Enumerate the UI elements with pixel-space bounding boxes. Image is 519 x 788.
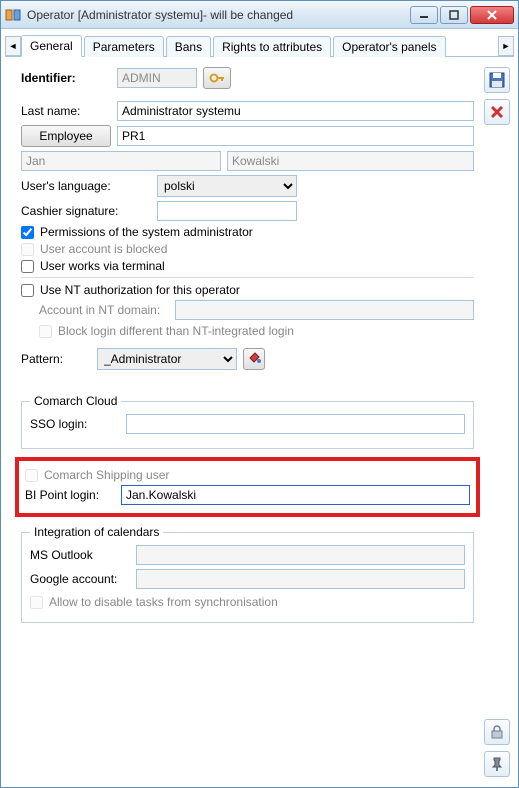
via-terminal-row[interactable]: User works via terminal <box>21 259 474 273</box>
outlook-field <box>136 545 465 565</box>
block-nt-checkbox <box>39 325 52 338</box>
app-icon <box>5 7 21 23</box>
account-blocked-label: User account is blocked <box>40 242 167 256</box>
language-select[interactable]: polski <box>157 175 297 197</box>
bucket-icon <box>247 351 261 368</box>
tab-bans[interactable]: Bans <box>166 36 211 57</box>
cashier-field[interactable] <box>157 201 297 221</box>
bi-point-label: BI Point login: <box>25 488 115 502</box>
cashier-label: Cashier signature: <box>21 204 151 218</box>
tab-panels[interactable]: Operator's panels <box>333 36 445 57</box>
tab-strip: ◄ General Parameters Bans Rights to attr… <box>1 29 518 57</box>
nt-domain-label: Account in NT domain: <box>39 303 169 317</box>
allow-disable-row: Allow to disable tasks from synchronisat… <box>30 595 465 609</box>
allow-disable-label: Allow to disable tasks from synchronisat… <box>49 595 278 609</box>
pattern-select[interactable]: _Administrator <box>97 348 237 370</box>
lastname-field[interactable] <box>117 101 474 121</box>
sso-field[interactable] <box>126 414 465 434</box>
allow-disable-checkbox <box>30 596 43 609</box>
shipping-user-label: Comarch Shipping user <box>44 468 169 482</box>
outlook-label: MS Outlook <box>30 548 130 562</box>
lock-button[interactable] <box>484 719 510 745</box>
employee-field[interactable] <box>117 126 474 146</box>
google-label: Google account: <box>30 572 130 586</box>
tab-scroll-left[interactable]: ◄ <box>5 36 21 56</box>
use-nt-checkbox[interactable] <box>21 284 34 297</box>
maximize-button[interactable] <box>440 6 468 24</box>
identifier-label: Identifier: <box>21 71 111 85</box>
tab-general[interactable]: General <box>21 35 82 57</box>
lock-icon <box>489 724 505 740</box>
surname-field <box>227 151 474 171</box>
block-nt-label: Block login different than NT-integrated… <box>58 324 294 338</box>
window-titlebar: Operator [Administrator systemu]- will b… <box>1 1 518 29</box>
account-blocked-checkbox <box>21 243 34 256</box>
bi-point-highlight: Comarch Shipping user BI Point login: <box>15 457 480 517</box>
cancel-button[interactable] <box>484 99 510 125</box>
firstname-field <box>21 151 221 171</box>
language-label: User's language: <box>21 179 151 193</box>
close-button[interactable] <box>470 6 514 24</box>
pattern-fill-button[interactable] <box>243 348 265 370</box>
calendars-legend: Integration of calendars <box>30 525 163 539</box>
window-title: Operator [Administrator systemu]- will b… <box>27 8 410 22</box>
google-field <box>136 569 465 589</box>
x-icon <box>489 104 505 120</box>
employee-button[interactable]: Employee <box>21 125 111 147</box>
tab-rights[interactable]: Rights to attributes <box>213 36 331 57</box>
use-nt-row[interactable]: Use NT authorization for this operator <box>21 283 474 297</box>
via-terminal-checkbox[interactable] <box>21 260 34 273</box>
tab-parameters[interactable]: Parameters <box>84 36 164 57</box>
nt-domain-field <box>175 300 474 320</box>
save-button[interactable] <box>484 67 510 93</box>
shipping-user-row: Comarch Shipping user <box>25 468 470 482</box>
pin-icon <box>489 756 505 772</box>
window-controls <box>410 6 514 24</box>
lastname-label: Last name: <box>21 104 111 118</box>
pattern-label: Pattern: <box>21 352 91 366</box>
tab-scroll-right[interactable]: ► <box>498 36 514 56</box>
pin-button[interactable] <box>484 751 510 777</box>
key-button[interactable] <box>203 67 231 89</box>
use-nt-label: Use NT authorization for this operator <box>40 283 240 297</box>
key-icon <box>209 71 225 85</box>
shipping-user-checkbox <box>25 469 38 482</box>
via-terminal-label: User works via terminal <box>40 259 165 273</box>
minimize-button[interactable] <box>410 6 438 24</box>
account-blocked-row: User account is blocked <box>21 242 474 256</box>
block-nt-row: Block login different than NT-integrated… <box>39 324 474 338</box>
sso-label: SSO login: <box>30 417 120 431</box>
cloud-legend: Comarch Cloud <box>30 394 121 408</box>
perms-admin-checkbox[interactable] <box>21 226 34 239</box>
side-toolbar <box>482 57 518 783</box>
perms-admin-label: Permissions of the system administrator <box>40 225 253 239</box>
identifier-field[interactable] <box>117 68 197 88</box>
floppy-icon <box>489 72 505 88</box>
perms-admin-row[interactable]: Permissions of the system administrator <box>21 225 474 239</box>
bi-point-field[interactable] <box>121 485 470 505</box>
general-panel: Identifier: Last name: Employee User's l <box>1 57 482 783</box>
